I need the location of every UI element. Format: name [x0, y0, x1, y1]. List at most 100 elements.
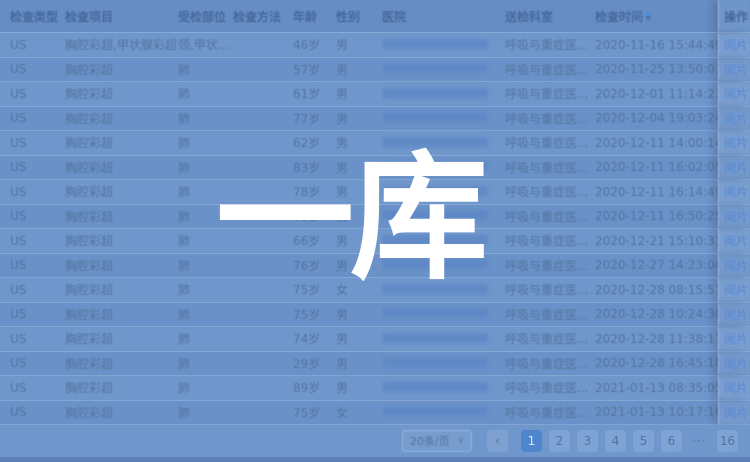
table-row[interactable]: US 胸腔彩超 肺 29岁 男 呼吸与重症医... 2020-12-28 16:…: [0, 352, 750, 377]
view-film-link[interactable]: 阅片: [718, 278, 750, 302]
cell-department: 呼吸与重症医...: [505, 134, 595, 151]
cell-exam-time: 2020-12-01 11:14:21: [595, 87, 718, 101]
header-age: 年龄: [293, 8, 336, 25]
chevron-down-icon: ∨: [457, 436, 464, 446]
cell-exam-time: 2020-11-16 15:44:49: [595, 38, 718, 52]
cell-gender: 男: [336, 330, 382, 347]
table-row[interactable]: US 胸腔彩超 肺 57岁 男 呼吸与重症医... 2020-11-25 13:…: [0, 58, 750, 83]
cell-exam-type: US: [10, 356, 65, 370]
view-film-link[interactable]: 阅片: [718, 82, 750, 106]
view-film-link[interactable]: 阅片: [718, 254, 750, 278]
page-button-2[interactable]: 2: [549, 430, 570, 452]
table-row[interactable]: US 胸腔彩超 肺 74岁 男 呼吸与重症医... 2020-12-28 11:…: [0, 327, 750, 352]
cell-age: 75岁: [293, 306, 336, 323]
prev-page-button[interactable]: ‹: [487, 430, 508, 452]
cell-body-part: 肺: [178, 257, 233, 274]
cell-body-part: 肺: [178, 61, 233, 78]
cell-gender: 女: [336, 208, 382, 225]
cell-exam-type: US: [10, 87, 65, 101]
sort-caret-icon[interactable]: ▲▼: [646, 11, 651, 21]
cell-body-part: 肺: [178, 110, 233, 127]
cell-hospital: [382, 62, 505, 76]
cell-exam-type: US: [10, 307, 65, 321]
page-button-3[interactable]: 3: [577, 430, 598, 452]
cell-exam-time: 2020-12-27 14:23:04: [595, 258, 718, 272]
cell-age: 75岁: [293, 404, 336, 421]
view-film-link[interactable]: 阅片: [718, 303, 750, 327]
cell-exam-item: 胸腔彩超,甲状腺彩超: [65, 36, 178, 53]
table-row[interactable]: US 胸腔彩超 肺 62岁 男 呼吸与重症医... 2020-12-11 14:…: [0, 131, 750, 156]
page-button-1[interactable]: 1: [521, 430, 542, 452]
cell-hospital: [382, 283, 505, 297]
cell-exam-type: US: [10, 332, 65, 346]
view-film-link[interactable]: 阅片: [718, 352, 750, 376]
page-button-5[interactable]: 5: [633, 430, 654, 452]
cell-hospital: [382, 38, 505, 52]
table-row[interactable]: US 胸腔彩超 肺 66岁 男 呼吸与重症医... 2020-12-21 15:…: [0, 229, 750, 254]
view-film-link[interactable]: 阅片: [718, 131, 750, 155]
view-film-link[interactable]: 阅片: [718, 376, 750, 400]
view-film-link[interactable]: 阅片: [718, 327, 750, 351]
cell-exam-type: US: [10, 283, 65, 297]
exam-table: 检查类型 检查项目 受检部位 检查方法 年龄 性别 医院 送检科室 检查时间 ▲…: [0, 0, 750, 425]
cell-age: 76岁: [293, 208, 336, 225]
cell-exam-time: 2020-11-25 13:50:01: [595, 62, 718, 76]
header-exam-time[interactable]: 检查时间 ▲▼: [595, 8, 718, 25]
redacted-hospital-block: [382, 259, 488, 269]
view-film-link[interactable]: 阅片: [718, 107, 750, 131]
redacted-hospital-block: [382, 235, 488, 245]
redacted-hospital-block: [382, 63, 488, 73]
cell-body-part: 肺: [178, 134, 233, 151]
cell-age: 78岁: [293, 183, 336, 200]
cell-body-part: 肺: [178, 306, 233, 323]
view-film-link[interactable]: 阅片: [718, 205, 750, 229]
table-row[interactable]: US 胸腔彩超 肺 77岁 男 呼吸与重症医... 2020-12-04 19:…: [0, 107, 750, 132]
page-button-4[interactable]: 4: [605, 430, 626, 452]
cell-exam-time: 2020-12-28 11:38:11: [595, 332, 718, 346]
table-row[interactable]: US 胸腔彩超,甲状腺彩超 颈,甲状... 46岁 男 呼吸与重症医... 20…: [0, 33, 750, 58]
table-row[interactable]: US 胸腔彩超 肺 76岁 女 呼吸与重症医... 2020-12-11 16:…: [0, 205, 750, 230]
cell-body-part: 肺: [178, 159, 233, 176]
cell-exam-type: US: [10, 38, 65, 52]
cell-exam-item: 胸腔彩超: [65, 134, 178, 151]
cell-exam-time: 2020-12-11 16:02:05: [595, 160, 718, 174]
table-row[interactable]: US 胸腔彩超 肺 78岁 男 呼吸与重症医... 2020-12-11 16:…: [0, 180, 750, 205]
cell-exam-type: US: [10, 62, 65, 76]
view-film-link[interactable]: 阅片: [718, 156, 750, 180]
view-film-link[interactable]: 阅片: [718, 180, 750, 204]
view-film-link[interactable]: 阅片: [718, 229, 750, 253]
page-button-16[interactable]: 16: [717, 430, 738, 452]
cell-gender: 男: [336, 85, 382, 102]
cell-body-part: 颈,甲状...: [178, 36, 233, 53]
table-row[interactable]: US 胸腔彩超 肺 61岁 男 呼吸与重症医... 2020-12-01 11:…: [0, 82, 750, 107]
page-ellipsis[interactable]: ···: [689, 430, 710, 452]
cell-exam-item: 胸腔彩超: [65, 281, 178, 298]
view-film-link[interactable]: 阅片: [718, 58, 750, 82]
table-row[interactable]: US 胸腔彩超 肺 75岁 男 呼吸与重症医... 2020-12-28 10:…: [0, 303, 750, 328]
cell-age: 57岁: [293, 61, 336, 78]
page-size-select[interactable]: 20条/页 ∨: [402, 430, 472, 452]
cell-department: 呼吸与重症医...: [505, 281, 595, 298]
cell-department: 呼吸与重症医...: [505, 404, 595, 421]
table-row[interactable]: US 胸腔彩超 肺 75岁 女 呼吸与重症医... 2021-01-13 10:…: [0, 401, 750, 426]
cell-department: 呼吸与重症医...: [505, 159, 595, 176]
cell-gender: 男: [336, 379, 382, 396]
view-film-link[interactable]: 阅片: [718, 401, 750, 425]
cell-department: 呼吸与重症医...: [505, 379, 595, 396]
cell-exam-time: 2020-12-28 08:15:51: [595, 283, 718, 297]
table-row[interactable]: US 胸腔彩超 肺 83岁 男 呼吸与重症医... 2020-12-11 16:…: [0, 156, 750, 181]
table-row[interactable]: US 胸腔彩超 肺 76岁 男 呼吸与重症医... 2020-12-27 14:…: [0, 254, 750, 279]
cell-exam-type: US: [10, 234, 65, 248]
table-row[interactable]: US 胸腔彩超 肺 89岁 男 呼吸与重症医... 2021-01-13 08:…: [0, 376, 750, 401]
view-film-link[interactable]: 阅片: [718, 33, 750, 57]
cell-exam-item: 胸腔彩超: [65, 183, 178, 200]
cell-exam-time: 2020-12-11 16:50:25: [595, 209, 718, 223]
cell-body-part: 肺: [178, 330, 233, 347]
cell-gender: 女: [336, 281, 382, 298]
cell-gender: 男: [336, 306, 382, 323]
redacted-hospital-block: [382, 308, 488, 318]
table-row[interactable]: US 胸腔彩超 肺 75岁 女 呼吸与重症医... 2020-12-28 08:…: [0, 278, 750, 303]
page-button-6[interactable]: 6: [661, 430, 682, 452]
cell-exam-time: 2020-12-28 16:45:18: [595, 356, 718, 370]
redacted-hospital-block: [382, 284, 488, 294]
